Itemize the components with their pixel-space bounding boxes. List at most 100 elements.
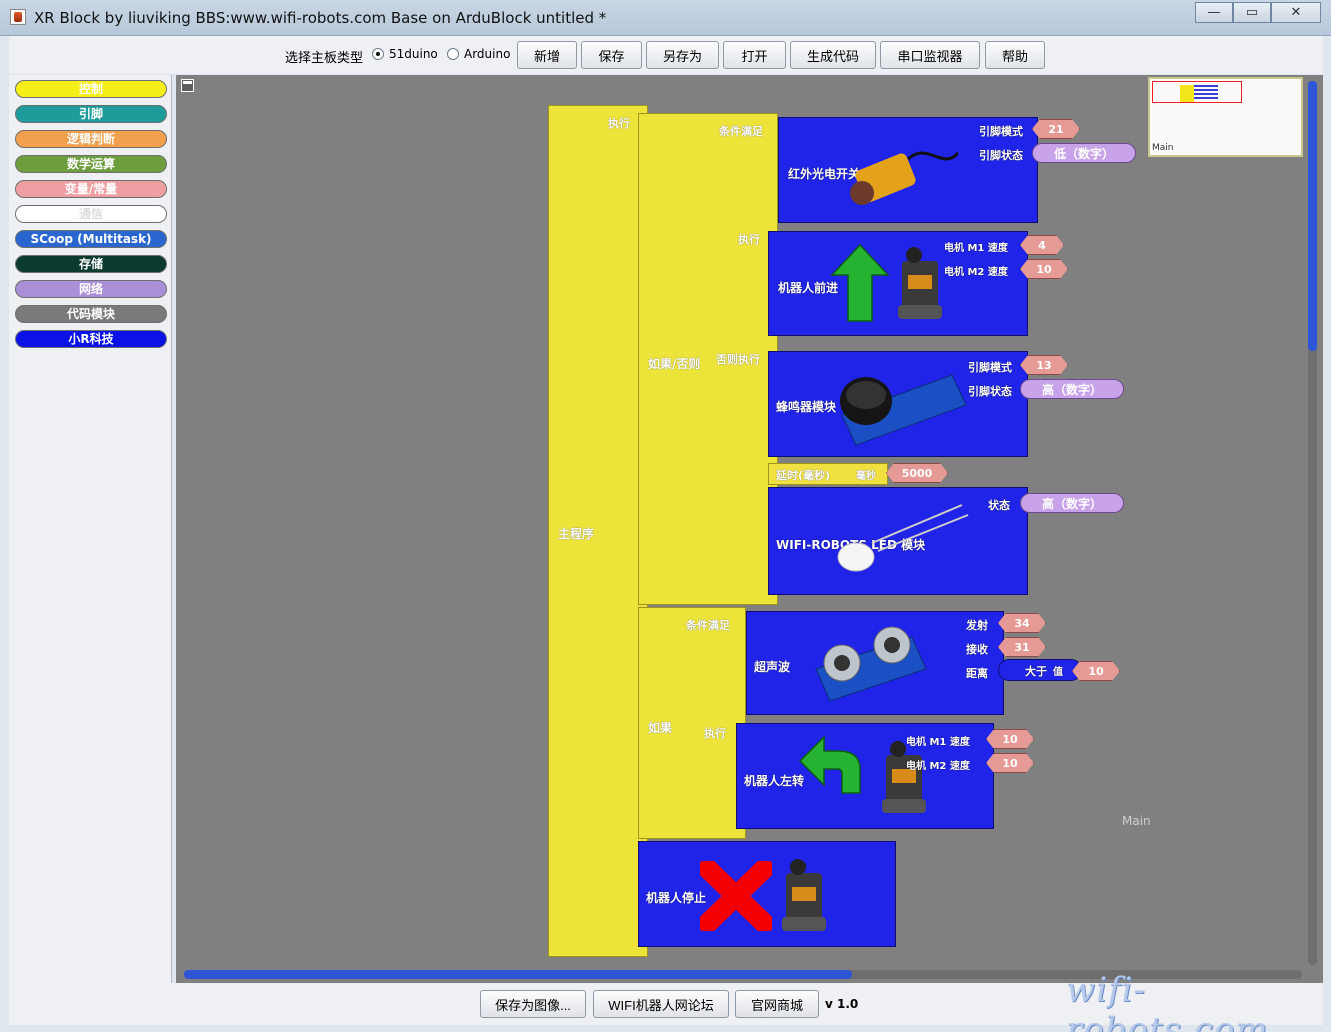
watermark: wifi-robots.com xyxy=(1066,970,1269,1032)
ir-sensor-icon xyxy=(850,151,958,205)
if-cond-label: 条件满足 xyxy=(686,619,730,632)
delay-value[interactable]: 5000 xyxy=(886,463,948,483)
left-m1-value[interactable]: 10 xyxy=(986,729,1034,749)
buzzer-pin-state-value[interactable]: 高（数字） xyxy=(1020,379,1124,399)
stop-x-icon xyxy=(700,861,772,931)
vertical-scrollbar[interactable] xyxy=(1308,81,1317,965)
minimize-button[interactable]: — xyxy=(1195,2,1233,23)
palette-item-logic[interactable]: 逻辑判断 xyxy=(15,130,167,148)
save-image-button[interactable]: 保存为图像... xyxy=(480,990,586,1018)
collapse-icon[interactable] xyxy=(181,79,194,92)
led-icon xyxy=(837,504,969,572)
delay-unit-label: 毫秒 xyxy=(856,471,876,482)
radio-51duino-label: 51duino xyxy=(389,47,438,61)
led-state-label: 状态 xyxy=(988,499,1010,512)
forward-m2-label: 电机 M2 速度 xyxy=(944,267,1008,278)
forward-m1-value[interactable]: 4 xyxy=(1020,235,1064,255)
trig-value[interactable]: 34 xyxy=(998,613,1046,633)
delay-label: 延时(毫秒) xyxy=(776,469,831,482)
palette-item-storage[interactable]: 存储 xyxy=(15,255,167,273)
palette-item-code[interactable]: 代码模块 xyxy=(15,305,167,323)
compare-block[interactable]: 大于 值 xyxy=(998,659,1082,681)
buzzer-pin-state-label: 引脚状态 xyxy=(968,385,1012,398)
main-program-label: 主程序 xyxy=(558,527,595,541)
palette-item-xiaor[interactable]: 小R科技 xyxy=(15,330,167,348)
robot-car-icon-3 xyxy=(782,859,826,931)
robot-car-icon xyxy=(898,247,942,319)
buzzer-pin-mode-label: 引脚模式 xyxy=(968,361,1012,374)
left-m2-label: 电机 M2 速度 xyxy=(906,761,970,772)
echo-label: 接收 xyxy=(966,643,988,656)
compare-value-label: 值 xyxy=(1053,667,1063,678)
palette-item-variables[interactable]: 变量/常量 xyxy=(15,180,167,198)
radio-arduino-dot[interactable] xyxy=(447,48,459,60)
minimap[interactable]: Main xyxy=(1148,77,1303,157)
robot-stop-label: 机器人停止 xyxy=(646,891,707,905)
buzzer-label: 蜂鸣器模块 xyxy=(776,400,837,414)
if-else-label: 如果/否则 xyxy=(648,357,701,371)
generate-code-button[interactable]: 生成代码 xyxy=(790,41,876,69)
vertical-scroll-thumb[interactable] xyxy=(1308,81,1317,351)
radio-51duino[interactable]: 51duino xyxy=(372,47,438,61)
if-label: 如果 xyxy=(648,721,673,735)
led-state-value[interactable]: 高（数字） xyxy=(1020,493,1124,513)
toolbar: 选择主板类型 51duino Arduino 新增 保存 另存为 打开 生成代码… xyxy=(9,36,1323,74)
window-title: XR Block by liuviking BBS:www.wifi-robot… xyxy=(34,9,607,27)
minimap-viewport[interactable] xyxy=(1152,81,1242,103)
new-button[interactable]: 新增 xyxy=(517,41,577,69)
buzzer-module-icon xyxy=(840,374,967,446)
save-as-button[interactable]: 另存为 xyxy=(646,41,719,69)
ir-pin-state-value[interactable]: 低（数字） xyxy=(1032,143,1136,163)
left-m2-value[interactable]: 10 xyxy=(986,753,1034,773)
java-app-icon xyxy=(10,9,26,25)
ultrasonic-sensor-icon xyxy=(815,626,927,701)
block-palette: 控制 引脚 逻辑判断 数学运算 变量/常量 通信 SCoop (Multitas… xyxy=(9,75,172,983)
window-controls: — ▭ ✕ xyxy=(1195,2,1321,23)
help-button[interactable]: 帮助 xyxy=(985,41,1045,69)
horizontal-scroll-thumb[interactable] xyxy=(184,970,852,979)
open-button[interactable]: 打开 xyxy=(723,41,786,69)
serial-monitor-button[interactable]: 串口监视器 xyxy=(880,41,980,69)
radio-51duino-dot[interactable] xyxy=(372,48,384,60)
if-else-exec-label: 执行 xyxy=(738,233,760,246)
palette-item-network[interactable]: 网络 xyxy=(15,280,167,298)
if-else-else-label: 否则执行 xyxy=(716,353,760,366)
palette-item-control[interactable]: 控制 xyxy=(15,80,167,98)
trig-label: 发射 xyxy=(966,619,988,632)
distance-label: 距离 xyxy=(966,667,988,680)
robot-left-label: 机器人左转 xyxy=(744,774,805,788)
shop-button[interactable]: 官网商城 xyxy=(735,990,819,1018)
palette-item-math[interactable]: 数学运算 xyxy=(15,155,167,173)
left-m1-label: 电机 M1 速度 xyxy=(906,737,970,748)
maximize-button[interactable]: ▭ xyxy=(1233,2,1271,23)
palette-item-pin[interactable]: 引脚 xyxy=(15,105,167,123)
radio-arduino-label: Arduino xyxy=(464,47,511,61)
board-type-label: 选择主板类型 xyxy=(285,51,364,66)
save-button[interactable]: 保存 xyxy=(581,41,642,69)
main-exec-label: 执行 xyxy=(608,117,630,130)
palette-item-comm[interactable]: 通信 xyxy=(15,205,167,223)
close-button[interactable]: ✕ xyxy=(1271,2,1321,23)
canvas-page-label: Main xyxy=(1122,814,1151,828)
ir-pin-state-label: 引脚状态 xyxy=(979,149,1023,162)
radio-arduino[interactable]: Arduino xyxy=(447,47,510,61)
compare-value[interactable]: 10 xyxy=(1072,661,1120,681)
echo-value[interactable]: 31 xyxy=(998,637,1046,657)
if-else-cond-label: 条件满足 xyxy=(719,125,763,138)
forward-m2-value[interactable]: 10 xyxy=(1020,259,1068,279)
palette-item-scoop[interactable]: SCoop (Multitask) xyxy=(15,230,167,248)
block-canvas[interactable]: 主程序 执行 如果/否则 条件满足 执行 否则执行 红外光电开关 引脚模式 21… xyxy=(176,75,1323,983)
ultrasonic-label: 超声波 xyxy=(754,660,791,674)
minimap-label: Main xyxy=(1152,143,1174,153)
buzzer-pin-mode-value[interactable]: 13 xyxy=(1020,355,1068,375)
ir-pin-mode-value[interactable]: 21 xyxy=(1032,119,1080,139)
left-turn-arrow-icon xyxy=(798,735,861,794)
forward-m1-label: 电机 M1 速度 xyxy=(944,243,1008,254)
if-exec-label: 执行 xyxy=(704,727,726,740)
version-label: v 1.0 xyxy=(825,997,859,1011)
forum-button[interactable]: WIFI机器人网论坛 xyxy=(593,990,729,1018)
robot-forward-label: 机器人前进 xyxy=(778,281,839,295)
window-titlebar: XR Block by liuviking BBS:www.wifi-robot… xyxy=(0,0,1331,36)
up-arrow-icon xyxy=(830,243,890,322)
compare-label: 大于 xyxy=(1025,665,1047,678)
